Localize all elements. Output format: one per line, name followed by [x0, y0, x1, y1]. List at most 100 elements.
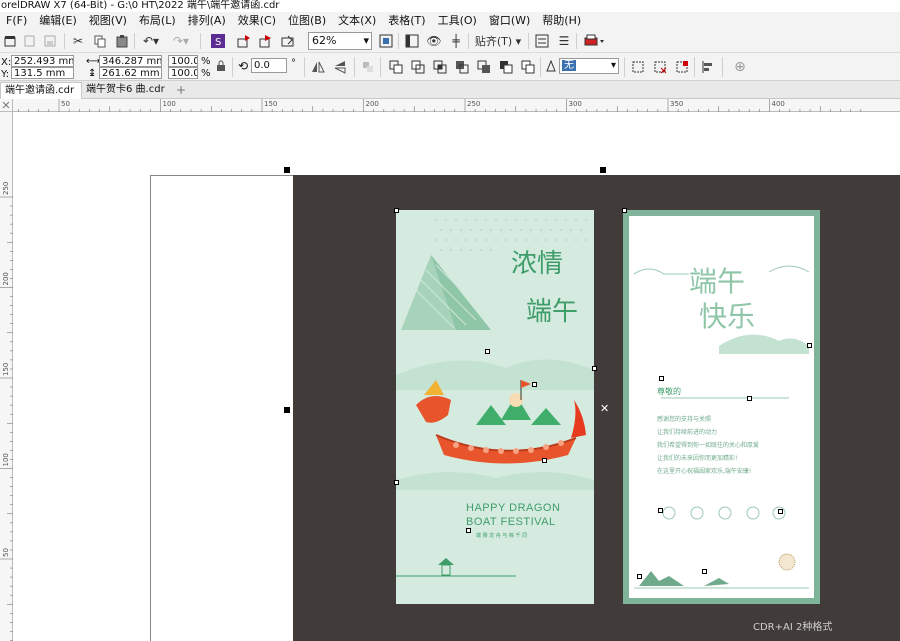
simplify-icon[interactable]	[454, 59, 470, 75]
full-screen-preview-icon[interactable]	[404, 33, 420, 49]
save-icon[interactable]	[42, 33, 58, 49]
publish-icon[interactable]	[280, 33, 296, 49]
svg-text:快乐: 快乐	[699, 300, 755, 333]
outline-width-dropdown[interactable]: 无 ▾	[559, 58, 619, 74]
menu-help[interactable]: 帮助(H)	[536, 12, 587, 29]
show-grid-icon[interactable]: ╪	[448, 33, 464, 49]
outline-pen-icon[interactable]	[544, 59, 558, 75]
menu-tools[interactable]: 工具(O)	[432, 12, 483, 29]
node-handle[interactable]	[702, 569, 707, 574]
open-icon[interactable]	[22, 33, 38, 49]
print-icon[interactable]	[582, 33, 608, 49]
node-handle[interactable]	[658, 508, 663, 513]
menu-window[interactable]: 窗口(W)	[483, 12, 536, 29]
drawing-canvas[interactable]: ✕ 浓情 端午 HAPPY DRAGON BOAT FESTIVAL 端 赛 龙…	[13, 112, 900, 641]
add-icon[interactable]: ⊕	[732, 59, 748, 75]
selection-handle-top-left[interactable]	[284, 167, 290, 173]
greeting-line-4: 让我们的未来因你而更加精彩!	[657, 455, 738, 462]
menu-edit[interactable]: 编辑(E)	[33, 12, 83, 29]
export-icon[interactable]	[258, 33, 274, 49]
weld-icon[interactable]	[388, 59, 404, 75]
mirror-horizontal-icon[interactable]	[310, 59, 326, 75]
menu-bitmaps[interactable]: 位图(B)	[282, 12, 332, 29]
menu-layout[interactable]: 布局(L)	[133, 12, 182, 29]
boundary-icon[interactable]	[520, 59, 536, 75]
menu-view[interactable]: 视图(V)	[83, 12, 133, 29]
ruler-tick-label: 100	[163, 100, 176, 108]
redo-icon[interactable]: ↷▾	[170, 33, 192, 49]
ruler-origin[interactable]	[0, 99, 13, 112]
cut-icon[interactable]: ✂	[70, 33, 86, 49]
mirror-vertical-icon[interactable]	[332, 59, 348, 75]
selection-handle-middle-left[interactable]	[284, 407, 290, 413]
greeting-line-3: 我们希望得到你一如既往的关心和厚爱	[657, 442, 760, 449]
intersect-icon[interactable]	[432, 59, 448, 75]
menu-text[interactable]: 文本(X)	[332, 12, 382, 29]
vertical-ruler[interactable]: 250 200 150 100 50	[0, 112, 13, 641]
height-field[interactable]: 261.62 mm	[99, 67, 162, 79]
front-minus-back-icon[interactable]	[476, 59, 492, 75]
node-handle[interactable]	[394, 208, 399, 213]
menu-file[interactable]: F(F)	[0, 12, 33, 29]
show-rulers-icon[interactable]: 👁	[426, 33, 442, 49]
break-apart-icon[interactable]	[652, 59, 668, 75]
horizontal-ruler[interactable]: 50 100 150 200 250 300 350 400	[13, 99, 900, 112]
snap-to-label: 贴齐(T)	[474, 35, 513, 48]
menu-arrange[interactable]: 排列(A)	[182, 12, 232, 29]
tab-active-document[interactable]: 端午邀请函.cdr	[0, 82, 82, 99]
node-handle[interactable]	[592, 366, 597, 371]
ruler-tick-label: 150	[264, 100, 277, 108]
paste-icon[interactable]	[114, 33, 130, 49]
options-icon[interactable]	[534, 33, 550, 49]
node-handle[interactable]	[807, 343, 812, 348]
add-tab-button[interactable]: +	[172, 82, 186, 99]
import-icon[interactable]	[236, 33, 252, 49]
scale-x-field[interactable]: 100.0	[168, 55, 198, 67]
outline-width-value: 无	[562, 60, 576, 71]
convert-to-curves-icon[interactable]	[630, 59, 646, 75]
node-handle[interactable]	[394, 480, 399, 485]
back-minus-front-icon[interactable]	[498, 59, 514, 75]
node-handle[interactable]	[532, 382, 537, 387]
menu-effects[interactable]: 效果(C)	[232, 12, 282, 29]
window-title: orelDRAW X7 (64-Bit) - G:\0 HT\2022 端午\端…	[0, 0, 900, 12]
y-position-field[interactable]: 131.5 mm	[11, 67, 74, 79]
node-handle[interactable]	[659, 376, 664, 381]
align-distribute-icon[interactable]	[700, 59, 716, 75]
x-position-field[interactable]: 252.493 mm	[11, 55, 74, 67]
corel-connect-icon[interactable]: S	[210, 33, 226, 49]
selection-handle-top-center[interactable]	[600, 167, 606, 173]
node-handle[interactable]	[637, 574, 642, 579]
plus-icon: +	[176, 83, 187, 97]
group-icon[interactable]	[360, 59, 376, 75]
node-handle[interactable]	[622, 208, 627, 213]
lock-ratio-icon[interactable]	[214, 59, 228, 73]
combine-icon[interactable]	[674, 59, 690, 75]
copy-icon[interactable]	[92, 33, 108, 49]
center-marker-icon[interactable]: ✕	[600, 402, 609, 415]
new-icon[interactable]	[2, 33, 18, 49]
undo-icon[interactable]: ↶▾	[140, 33, 162, 49]
zoom-fit-icon[interactable]	[378, 33, 394, 49]
node-handle[interactable]	[466, 528, 471, 533]
invitation-card-front[interactable]: 浓情 端午 HAPPY DRAGON BOAT FESTIVAL 端 赛 龙 舟…	[396, 210, 594, 604]
trim-icon[interactable]	[410, 59, 426, 75]
snap-to-dropdown[interactable]: 贴齐(T) ▾	[474, 33, 522, 49]
node-handle[interactable]	[485, 349, 490, 354]
tab-document-2[interactable]: 端午贺卡6 曲.cdr	[82, 82, 170, 99]
node-handle[interactable]	[778, 509, 783, 514]
menu-table[interactable]: 表格(T)	[382, 12, 431, 29]
standard-toolbar: ✂ ↶▾ ↷▾ S 62% ▾ 👁 ╪ 贴齐(T) ▾ ☰	[0, 29, 900, 53]
node-handle[interactable]	[542, 458, 547, 463]
node-handle[interactable]	[747, 396, 752, 401]
x-label: X:	[1, 57, 12, 68]
zoom-level-field[interactable]: 62% ▾	[308, 32, 372, 50]
scale-y-field[interactable]: 100.0	[168, 67, 198, 79]
rotation-field[interactable]: 0.0	[251, 58, 287, 73]
card-title-line-1: HAPPY DRAGON	[466, 502, 561, 514]
greeting-line-1: 感谢您的支持与关照	[657, 416, 712, 423]
application-launcher-icon[interactable]: ☰	[556, 33, 572, 49]
invitation-card-back[interactable]: 端午 快乐 尊敬的 感谢您的支持与关照 让我们持续前进的动力 我们希望得到你一如…	[623, 210, 820, 604]
page-area	[150, 175, 293, 641]
width-field[interactable]: 346.287 mm	[99, 55, 162, 67]
